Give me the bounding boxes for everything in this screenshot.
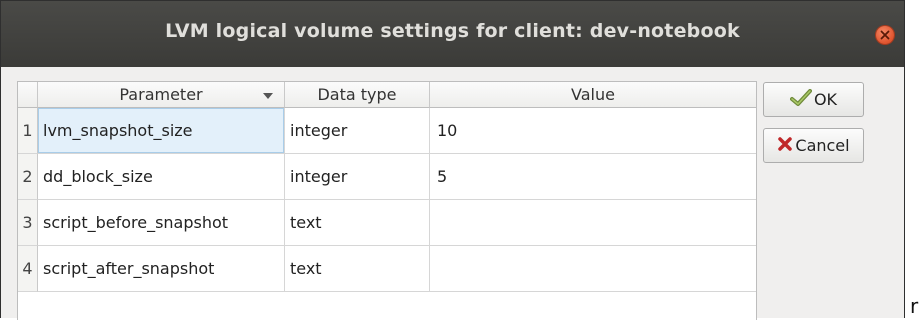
column-header-value[interactable]: Value <box>430 82 756 108</box>
cell-data-type[interactable]: text <box>285 200 430 246</box>
cell-parameter[interactable]: lvm_snapshot_size <box>38 108 285 154</box>
cancel-x-icon <box>777 136 793 156</box>
dialog-window: LVM logical volume settings for client: … <box>0 0 905 320</box>
row-number[interactable]: 2 <box>18 154 38 200</box>
column-header-label: Parameter <box>119 85 203 104</box>
row-number[interactable]: 1 <box>18 108 38 154</box>
column-header-label: Data type <box>317 85 397 104</box>
window-title: LVM logical volume settings for client: … <box>165 20 740 42</box>
cell-parameter[interactable]: dd_block_size <box>38 154 285 200</box>
cancel-button[interactable]: Cancel <box>763 128 864 163</box>
row-number[interactable]: 4 <box>18 246 38 292</box>
cell-parameter[interactable]: script_after_snapshot <box>38 246 285 292</box>
column-header-label: Value <box>571 85 615 104</box>
ok-label: OK <box>813 90 838 109</box>
cell-value[interactable] <box>430 200 756 246</box>
ok-checkmark-icon <box>789 88 812 111</box>
cell-data-type[interactable]: integer <box>285 154 430 200</box>
close-icon <box>880 30 890 40</box>
cell-value[interactable]: 5 <box>430 154 756 200</box>
cell-parameter[interactable]: script_before_snapshot <box>38 200 285 246</box>
parameters-table: Parameter Data type Value 1 lvm_snapshot… <box>17 81 757 320</box>
column-header-data-type[interactable]: Data type <box>285 82 430 108</box>
corner-header <box>18 82 38 108</box>
column-header-parameter[interactable]: Parameter <box>38 82 285 108</box>
title-bar[interactable]: LVM logical volume settings for client: … <box>1 1 904 67</box>
cell-data-type[interactable]: integer <box>285 108 430 154</box>
cell-value[interactable] <box>430 246 756 292</box>
row-number[interactable]: 3 <box>18 200 38 246</box>
background-text-fragment: r <box>910 294 919 318</box>
cell-data-type[interactable]: text <box>285 246 430 292</box>
cancel-label: Cancel <box>795 136 850 155</box>
close-button[interactable] <box>876 26 894 44</box>
sort-descending-icon <box>263 93 273 99</box>
cell-value[interactable]: 10 <box>430 108 756 154</box>
ok-button[interactable]: OK <box>763 82 864 117</box>
